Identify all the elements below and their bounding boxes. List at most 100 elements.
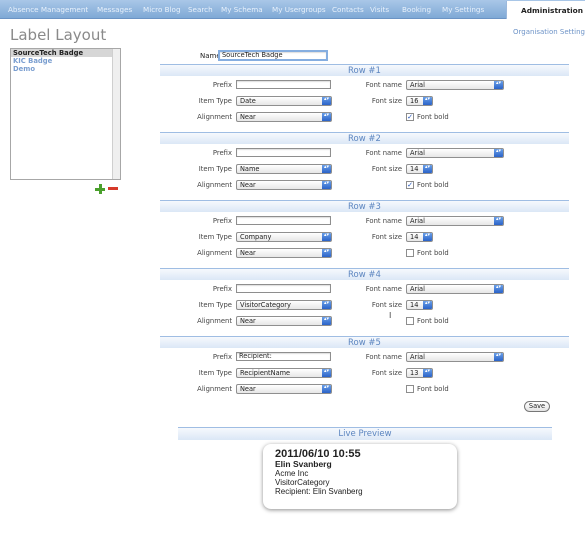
row-header: Row #2 (160, 132, 569, 144)
select-arrow-icon: ▴▾ (322, 369, 331, 377)
font-name-select[interactable]: Arial ▴▾ (406, 352, 504, 362)
save-button[interactable]: Save (524, 401, 550, 412)
font-name-label: Font name (365, 81, 402, 89)
item-type-select[interactable]: VisitorCategory ▴▾ (236, 300, 332, 310)
tab-booking[interactable]: Booking (402, 5, 431, 14)
font-size-select[interactable]: 13 ▴▾ (406, 368, 433, 378)
alignment-label: Alignment (197, 181, 232, 189)
badge-list-item[interactable]: Demo (11, 65, 120, 73)
prefix-field[interactable] (236, 216, 331, 225)
font-size-select[interactable]: 14 ▴▾ (406, 300, 433, 310)
item-type-select[interactable]: Company ▴▾ (236, 232, 332, 242)
alignment-label: Alignment (197, 249, 232, 257)
font-name-label: Font name (365, 353, 402, 361)
item-type-select[interactable]: Date ▴▾ (236, 96, 332, 106)
add-icon[interactable] (95, 184, 105, 194)
row-header: Row #4 (160, 268, 569, 280)
font-size-select[interactable]: 16 ▴▾ (406, 96, 433, 106)
alignment-select[interactable]: Near ▴▾ (236, 316, 332, 326)
live-preview-header: Live Preview (178, 427, 552, 440)
prefix-field[interactable] (236, 148, 331, 157)
font-size-select[interactable]: 14 ▴▾ (406, 232, 433, 242)
alignment-label: Alignment (197, 113, 232, 121)
alignment-value: Near (240, 181, 256, 189)
select-arrow-icon: ▴▾ (423, 165, 432, 173)
font-name-select[interactable]: Arial ▴▾ (406, 216, 504, 226)
font-bold-checkbox[interactable]: ✓ (406, 113, 414, 121)
alignment-select[interactable]: Near ▴▾ (236, 180, 332, 190)
font-bold-label: Font bold (417, 181, 449, 189)
item-type-value: Company (240, 233, 272, 241)
font-name-label: Font name (365, 285, 402, 293)
font-bold-checkbox[interactable] (406, 385, 414, 393)
item-type-label: Item Type (198, 369, 232, 377)
font-name-value: Arial (410, 217, 425, 225)
select-arrow-icon: ▴▾ (322, 317, 331, 325)
badge-preview-card: 2011/06/10 10:55 Elin Svanberg Acme Inc … (263, 444, 457, 509)
tab-messages[interactable]: Messages (97, 5, 132, 14)
badge-list-scrollbar[interactable] (112, 49, 120, 179)
font-size-label: Font size (371, 165, 402, 173)
tab-my-settings[interactable]: My Settings (442, 5, 484, 14)
prefix-field[interactable] (236, 80, 331, 89)
select-arrow-icon: ▴▾ (322, 385, 331, 393)
select-arrow-icon: ▴▾ (322, 165, 331, 173)
item-type-label: Item Type (198, 97, 232, 105)
preview-line-recipient: Recipient: Elin Svanberg (275, 487, 363, 496)
select-arrow-icon: ▴▾ (494, 285, 503, 293)
item-type-value: VisitorCategory (240, 301, 291, 309)
item-type-label: Item Type (198, 301, 232, 309)
font-bold-checkbox[interactable]: ✓ (406, 181, 414, 189)
alignment-value: Near (240, 113, 256, 121)
item-type-value: Name (240, 165, 260, 173)
font-name-select[interactable]: Arial ▴▾ (406, 148, 504, 158)
alignment-value: Near (240, 249, 256, 257)
prefix-label: Prefix (212, 353, 232, 361)
tab-visits[interactable]: Visits (370, 5, 389, 14)
tab-contacts[interactable]: Contacts (332, 5, 364, 14)
tab-micro-blog[interactable]: Micro Blog (143, 5, 181, 14)
tab-my-usergroups[interactable]: My Usergroups (272, 5, 326, 14)
alignment-value: Near (240, 385, 256, 393)
tab-my-schema[interactable]: My Schema (221, 5, 263, 14)
badge-list-item[interactable]: SourceTech Badge (11, 49, 120, 57)
font-size-value: 14 (410, 165, 419, 173)
select-arrow-icon: ▴▾ (322, 97, 331, 105)
badge-list-item[interactable]: KIC Badge (11, 57, 120, 65)
item-type-select[interactable]: Name ▴▾ (236, 164, 332, 174)
font-size-value: 13 (410, 369, 419, 377)
select-arrow-icon: ▴▾ (494, 353, 503, 361)
tab-absence-management[interactable]: Absence Management (8, 5, 88, 14)
font-name-select[interactable]: Arial ▴▾ (406, 284, 504, 294)
select-arrow-icon: ▴▾ (322, 113, 331, 121)
organisation-setting-link[interactable]: Organisation Setting (513, 28, 585, 36)
item-type-select[interactable]: RecipientName ▴▾ (236, 368, 332, 378)
name-field[interactable]: SourceTech Badge (218, 50, 328, 61)
font-name-select[interactable]: Arial ▴▾ (406, 80, 504, 90)
page-title: Label Layout (10, 26, 107, 44)
font-size-value: 16 (410, 97, 419, 105)
select-arrow-icon: ▴▾ (322, 301, 331, 309)
select-arrow-icon: ▴▾ (494, 81, 503, 89)
font-name-value: Arial (410, 149, 425, 157)
alignment-label: Alignment (197, 317, 232, 325)
font-bold-checkbox[interactable] (406, 317, 414, 325)
item-type-label: Item Type (198, 165, 232, 173)
alignment-select[interactable]: Near ▴▾ (236, 248, 332, 258)
prefix-field[interactable] (236, 284, 331, 293)
alignment-select[interactable]: Near ▴▾ (236, 112, 332, 122)
font-bold-checkbox[interactable] (406, 249, 414, 257)
remove-icon[interactable] (108, 187, 118, 190)
tab-search[interactable]: Search (188, 5, 213, 14)
font-size-select[interactable]: 14 ▴▾ (406, 164, 433, 174)
prefix-field[interactable]: Recipient: (236, 352, 331, 361)
row-header: Row #3 (160, 200, 569, 212)
tab-administration[interactable]: Administration (506, 1, 585, 19)
font-name-label: Font name (365, 217, 402, 225)
badge-list[interactable]: SourceTech Badge KIC Badge Demo (10, 48, 121, 180)
select-arrow-icon: ▴▾ (423, 97, 432, 105)
font-size-value: 14 (410, 301, 419, 309)
alignment-label: Alignment (197, 385, 232, 393)
preview-line-category: VisitorCategory (275, 478, 330, 487)
alignment-select[interactable]: Near ▴▾ (236, 384, 332, 394)
